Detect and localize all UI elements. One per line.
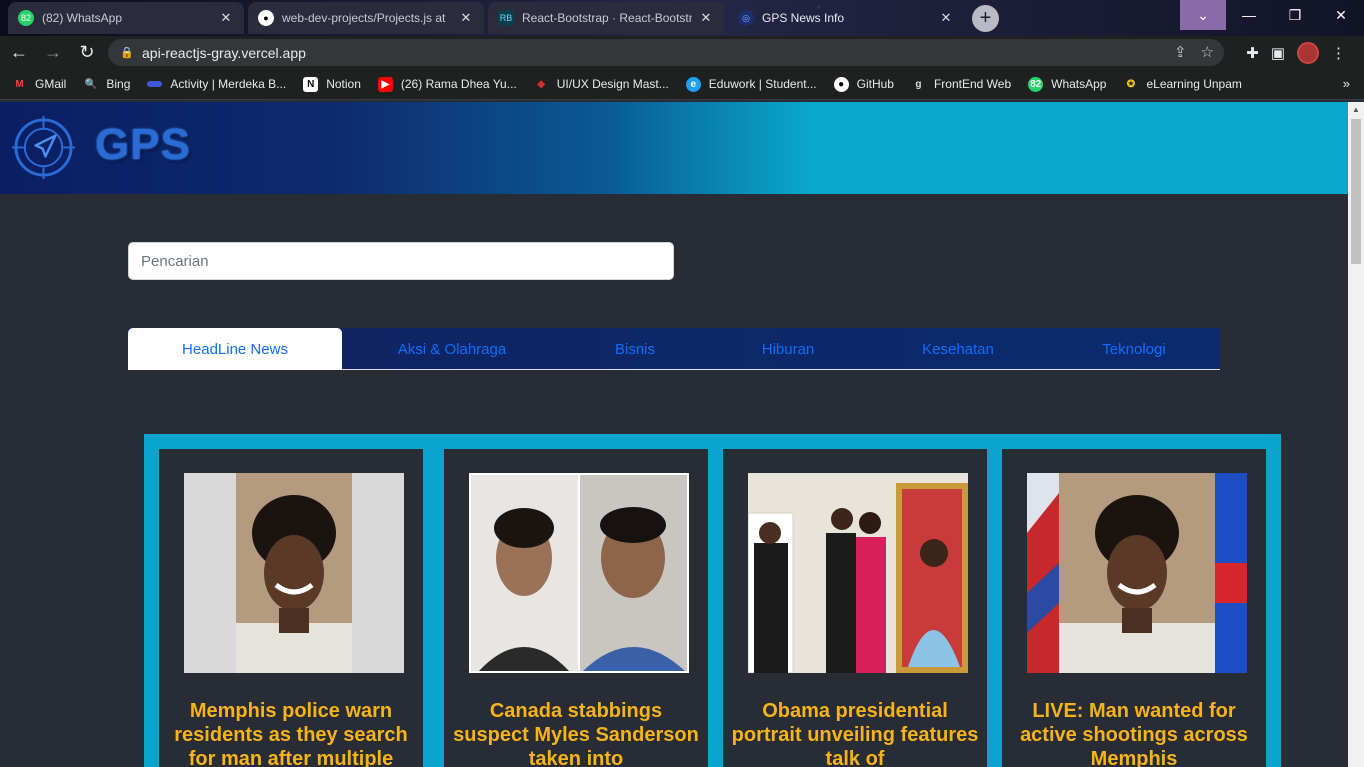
compass-logo-icon[interactable] [12,116,75,179]
scroll-up-icon[interactable]: ▲ [1348,102,1364,118]
tab-bisnis[interactable]: Bisnis [562,328,708,370]
bookmark-label: WhatsApp [1051,77,1107,91]
site-logo-text[interactable]: GPS [95,120,191,170]
category-tabs: HeadLine News Aksi & Olahraga Bisnis Hib… [128,328,1220,370]
whatsapp-icon: 82 [18,10,34,26]
close-icon[interactable]: ✕ [218,10,234,26]
bookmark-label: Activity | Merdeka B... [170,77,287,91]
news-card[interactable]: Memphis police warn residents as they se… [159,449,423,767]
forward-icon[interactable]: → [38,38,68,68]
bookmark-label: UI/UX Design Mast... [556,77,669,91]
bookmark-eduwork[interactable]: e Eduwork | Student... [685,76,817,92]
bookmark-label: (26) Rama Dhea Yu... [400,77,517,91]
search-icon: 🔍 [84,78,98,90]
ruby-icon: ◆ [537,78,546,90]
news-card[interactable]: Canada stabbings suspect Myles Sanderson… [444,449,708,767]
browser-tab-whatsapp[interactable]: 82 (82) WhatsApp ✕ [8,2,244,34]
bookmark-github[interactable]: ● GitHub [833,76,894,92]
lock-icon[interactable]: 🔒 [120,46,136,59]
bookmark-merdeka[interactable]: Activity | Merdeka B... [147,77,286,91]
tab-kesehatan[interactable]: Kesehatan [868,328,1048,370]
bookmark-youtube[interactable]: ▶ (26) Rama Dhea Yu... [377,76,517,92]
bookmark-gmail[interactable]: M GMail [12,77,66,92]
site-header: GPS [0,102,1348,194]
browser-tab-title: web-dev-projects/Projects.js at [282,11,446,25]
close-icon[interactable]: ✕ [458,10,474,26]
browser-tab-gps-news[interactable]: ◎ GPS News Info ✕ [728,2,964,34]
browser-tab-title: React-Bootstrap · React-Bootstrap [522,11,692,25]
youtube-icon: ▶ [377,76,393,92]
close-window-icon[interactable]: ✕ [1318,0,1364,30]
whatsapp-icon: 82 [1028,76,1044,92]
browser-toolbar: ← → ↻ 🔒 api-reactjs-gray.vercel.app ⇪ ☆ … [0,36,1364,69]
news-headline[interactable]: Canada stabbings suspect Myles Sanderson… [452,699,700,767]
bookmark-label: eLearning Unpam [1146,77,1242,91]
eduwork-icon: e [685,76,701,92]
minimize-icon[interactable]: — [1226,0,1272,30]
bookmarks-bar: M GMail 🔍 Bing Activity | Merdeka B... N No… [0,69,1364,100]
news-image[interactable] [469,473,689,673]
browser-tab-title: GPS News Info [762,11,845,25]
search-input[interactable] [128,242,674,280]
avatar[interactable] [1297,42,1319,64]
bookmark-unpam[interactable]: ✪ eLearning Unpam [1123,77,1242,92]
page-viewport: GPS HeadLine News Aksi & Olahraga Bisnis… [0,102,1348,767]
bookmark-notion[interactable]: N Notion [303,76,361,92]
news-headline[interactable]: Memphis police warn residents as they se… [167,699,415,767]
tab-teknologi[interactable]: Teknologi [1048,328,1220,370]
bookmark-uiux[interactable]: ◆ UI/UX Design Mast... [534,77,669,92]
close-icon[interactable]: ✕ [698,10,714,26]
react-bootstrap-icon: RB [498,10,514,26]
bookmark-label: FrontEnd Web [933,77,1012,91]
bookmark-whatsapp[interactable]: 82 WhatsApp [1028,76,1107,92]
bookmark-frontend[interactable]: g FrontEnd Web [911,77,1011,92]
bookmark-label: GMail [35,77,67,91]
github-icon: ● [833,76,849,92]
scrollbar-thumb[interactable] [1351,119,1361,264]
news-headline[interactable]: Obama presidential portrait unveiling fe… [731,699,979,767]
bookmark-label: Notion [326,77,361,91]
bookmark-label: GitHub [856,77,894,91]
bookmark-label: Bing [106,77,131,91]
extensions-icon[interactable]: ✚ [1246,44,1259,62]
browser-tab-github[interactable]: ● web-dev-projects/Projects.js at ✕ [248,2,484,34]
bookmark-star-icon[interactable]: ☆ [1201,43,1214,61]
news-image[interactable] [1027,473,1247,673]
gmail-icon: M [15,78,24,90]
bookmark-bing[interactable]: 🔍 Bing [83,77,131,92]
news-image[interactable] [184,473,404,673]
browser-tab-strip: 82 (82) WhatsApp ✕ ● web-dev-projects/Pr… [0,0,1364,36]
news-card[interactable]: LIVE: Man wanted for active shootings ac… [1002,449,1266,767]
unpam-icon: ✪ [1126,78,1136,90]
restore-icon[interactable]: ❐ [1272,0,1318,30]
menu-kebab-icon[interactable]: ⋮ [1331,44,1346,62]
page-scrollbar[interactable]: ▲ [1348,102,1364,767]
url-text[interactable]: api-reactjs-gray.vercel.app [142,45,306,61]
chevron-down-icon[interactable]: ⌄ [1180,0,1226,30]
bookmark-label: Eduwork | Student... [708,77,817,91]
chevron-right-icon[interactable]: » [1343,76,1350,91]
github-icon: ● [258,10,274,26]
news-image[interactable] [748,473,968,673]
tab-hiburan[interactable]: Hiburan [708,328,868,370]
reload-icon[interactable]: ↻ [72,38,102,68]
gps-icon: ◎ [738,10,754,26]
close-icon[interactable]: ✕ [938,10,954,26]
notion-icon: N [303,76,319,92]
news-headline[interactable]: LIVE: Man wanted for active shootings ac… [1010,699,1258,767]
side-panel-icon[interactable]: ▣ [1271,44,1285,62]
tab-headline-news[interactable]: HeadLine News [128,328,342,370]
news-card[interactable]: Obama presidential portrait unveiling fe… [723,449,987,767]
tab-aksi-olahraga[interactable]: Aksi & Olahraga [342,328,562,370]
new-tab-button[interactable]: + [972,5,999,32]
frontend-icon: g [915,78,922,90]
news-card-grid: Memphis police warn residents as they se… [144,434,1281,767]
back-icon[interactable]: ← [4,38,34,68]
share-icon[interactable]: ⇪ [1174,43,1187,61]
browser-tab-title: (82) WhatsApp [42,11,123,25]
address-bar[interactable]: 🔒 api-reactjs-gray.vercel.app ⇪ ☆ [108,39,1224,66]
browser-tab-react-bootstrap[interactable]: RB React-Bootstrap · React-Bootstrap ✕ [488,2,724,34]
kampus-merdeka-icon [147,81,163,87]
window-controls: ⌄ — ❐ ✕ [1180,0,1364,30]
